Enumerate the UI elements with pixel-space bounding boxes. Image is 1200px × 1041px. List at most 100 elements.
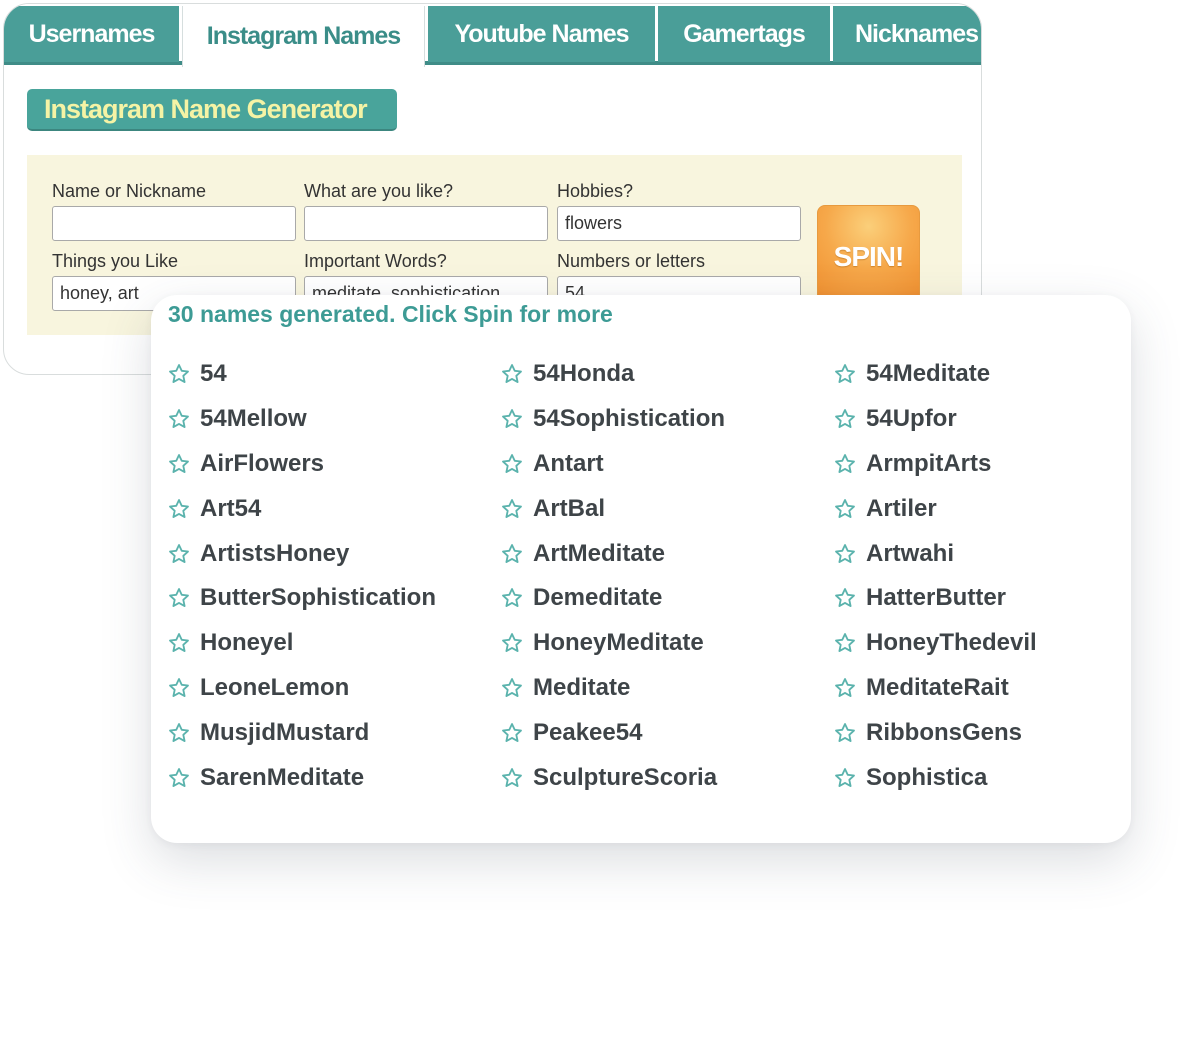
star-outline-icon[interactable] [501,632,523,654]
names-grid: 54 54Honda 54Meditate 54Mellow 54Sophisticat… [168,352,1118,800]
name-item[interactable]: ArmpitArts [834,442,1118,487]
star-outline-icon[interactable] [168,632,190,654]
name-item[interactable]: Peakee54 [501,710,834,755]
name-or-nickname-input[interactable] [52,206,296,241]
name-item[interactable]: 54Honda [501,352,834,397]
name-item[interactable]: SarenMeditate [168,755,501,800]
star-outline-icon[interactable] [501,677,523,699]
name-item[interactable]: Artwahi [834,531,1118,576]
hobbies-input[interactable] [557,206,801,241]
name-text: 54 [200,360,227,388]
name-item[interactable]: 54Upfor [834,397,1118,442]
name-item[interactable]: ArtistsHoney [168,531,501,576]
name-text: MusjidMustard [200,718,370,746]
name-text: ArtBal [533,494,606,522]
name-item[interactable]: Honeyel [168,621,501,666]
field-label: What are you like? [304,181,454,201]
what-are-you-like-input[interactable] [304,206,548,241]
generator-title: Instagram Name Generator [27,89,397,131]
name-item[interactable]: Demeditate [501,576,834,621]
star-outline-icon[interactable] [834,453,856,475]
star-outline-icon[interactable] [168,767,190,789]
field-label: Name or Nickname [52,181,207,201]
name-item[interactable]: Art54 [168,486,501,531]
name-item[interactable]: 54 [168,352,501,397]
star-outline-icon[interactable] [168,453,190,475]
name-text: 54Mellow [200,405,307,433]
name-item[interactable]: MusjidMustard [168,710,501,755]
name-text: SarenMeditate [200,763,365,791]
star-outline-icon[interactable] [834,722,856,744]
star-outline-icon[interactable] [834,767,856,789]
tab-nicknames[interactable]: Nicknames [833,6,981,62]
star-outline-icon[interactable] [834,677,856,699]
name-item[interactable]: ArtBal [501,486,834,531]
name-text: Art54 [200,494,262,522]
name-text: 54Honda [533,360,635,388]
star-outline-icon[interactable] [834,587,856,609]
star-outline-icon[interactable] [168,498,190,520]
star-outline-icon[interactable] [168,587,190,609]
name-text: SculptureScoria [533,763,718,791]
name-item[interactable]: SculptureScoria [501,755,834,800]
name-text: ArtistsHoney [200,539,350,567]
star-outline-icon[interactable] [168,408,190,430]
field-label: Hobbies? [557,181,634,201]
star-outline-icon[interactable] [168,677,190,699]
tab-usernames[interactable]: Usernames [4,6,179,62]
tab-instagram-names[interactable]: Instagram Names [182,6,425,67]
name-item[interactable]: HoneyMeditate [501,621,834,666]
tab-gamertags[interactable]: Gamertags [658,6,830,62]
name-text: HoneyMeditate [533,629,704,657]
name-text: HatterButter [866,584,1007,612]
name-item[interactable]: Sophistica [834,755,1118,800]
name-text: Artiler [866,494,937,522]
name-text: 54Upfor [866,405,957,433]
name-text: Peakee54 [533,718,643,746]
name-item[interactable]: Meditate [501,666,834,711]
star-outline-icon[interactable] [168,363,190,385]
name-item[interactable]: Antart [501,442,834,487]
name-item[interactable]: ArtMeditate [501,531,834,576]
star-outline-icon[interactable] [501,587,523,609]
name-item[interactable]: 54Sophistication [501,397,834,442]
spin-button[interactable]: SPIN! [817,205,920,309]
name-item[interactable]: ButterSophistication [168,576,501,621]
star-outline-icon[interactable] [501,453,523,475]
star-outline-icon[interactable] [834,408,856,430]
star-outline-icon[interactable] [834,632,856,654]
name-item[interactable]: HoneyThedevil [834,621,1118,666]
name-item[interactable]: LeoneLemon [168,666,501,711]
field-name-or-nickname: Name or Nickname [52,179,296,241]
name-item[interactable]: HatterButter [834,576,1118,621]
star-outline-icon[interactable] [501,498,523,520]
name-text: Antart [533,449,604,477]
field-label: Numbers or letters [557,251,706,271]
name-item[interactable]: MeditateRait [834,666,1118,711]
tab-youtube-names[interactable]: Youtube Names [428,6,655,62]
name-item[interactable]: AirFlowers [168,442,501,487]
star-outline-icon[interactable] [834,498,856,520]
star-outline-icon[interactable] [168,722,190,744]
name-text: RibbonsGens [866,718,1023,746]
name-item[interactable]: Artiler [834,486,1118,531]
field-label: Things you Like [52,251,179,271]
star-outline-icon[interactable] [834,543,856,565]
name-text: Honeyel [200,629,294,657]
name-text: ButterSophistication [200,584,437,612]
star-outline-icon[interactable] [501,722,523,744]
name-text: Demeditate [533,584,663,612]
star-outline-icon[interactable] [501,408,523,430]
star-outline-icon[interactable] [834,363,856,385]
name-item[interactable]: 54Meditate [834,352,1118,397]
star-outline-icon[interactable] [501,363,523,385]
star-outline-icon[interactable] [501,767,523,789]
star-outline-icon[interactable] [168,543,190,565]
name-item[interactable]: 54Mellow [168,397,501,442]
field-what-are-you-like: What are you like? [304,179,548,241]
star-outline-icon[interactable] [501,543,523,565]
name-text: Sophistica [866,763,988,791]
name-text: HoneyThedevil [866,629,1037,657]
name-item[interactable]: RibbonsGens [834,710,1118,755]
name-text: 54Sophistication [533,405,726,433]
